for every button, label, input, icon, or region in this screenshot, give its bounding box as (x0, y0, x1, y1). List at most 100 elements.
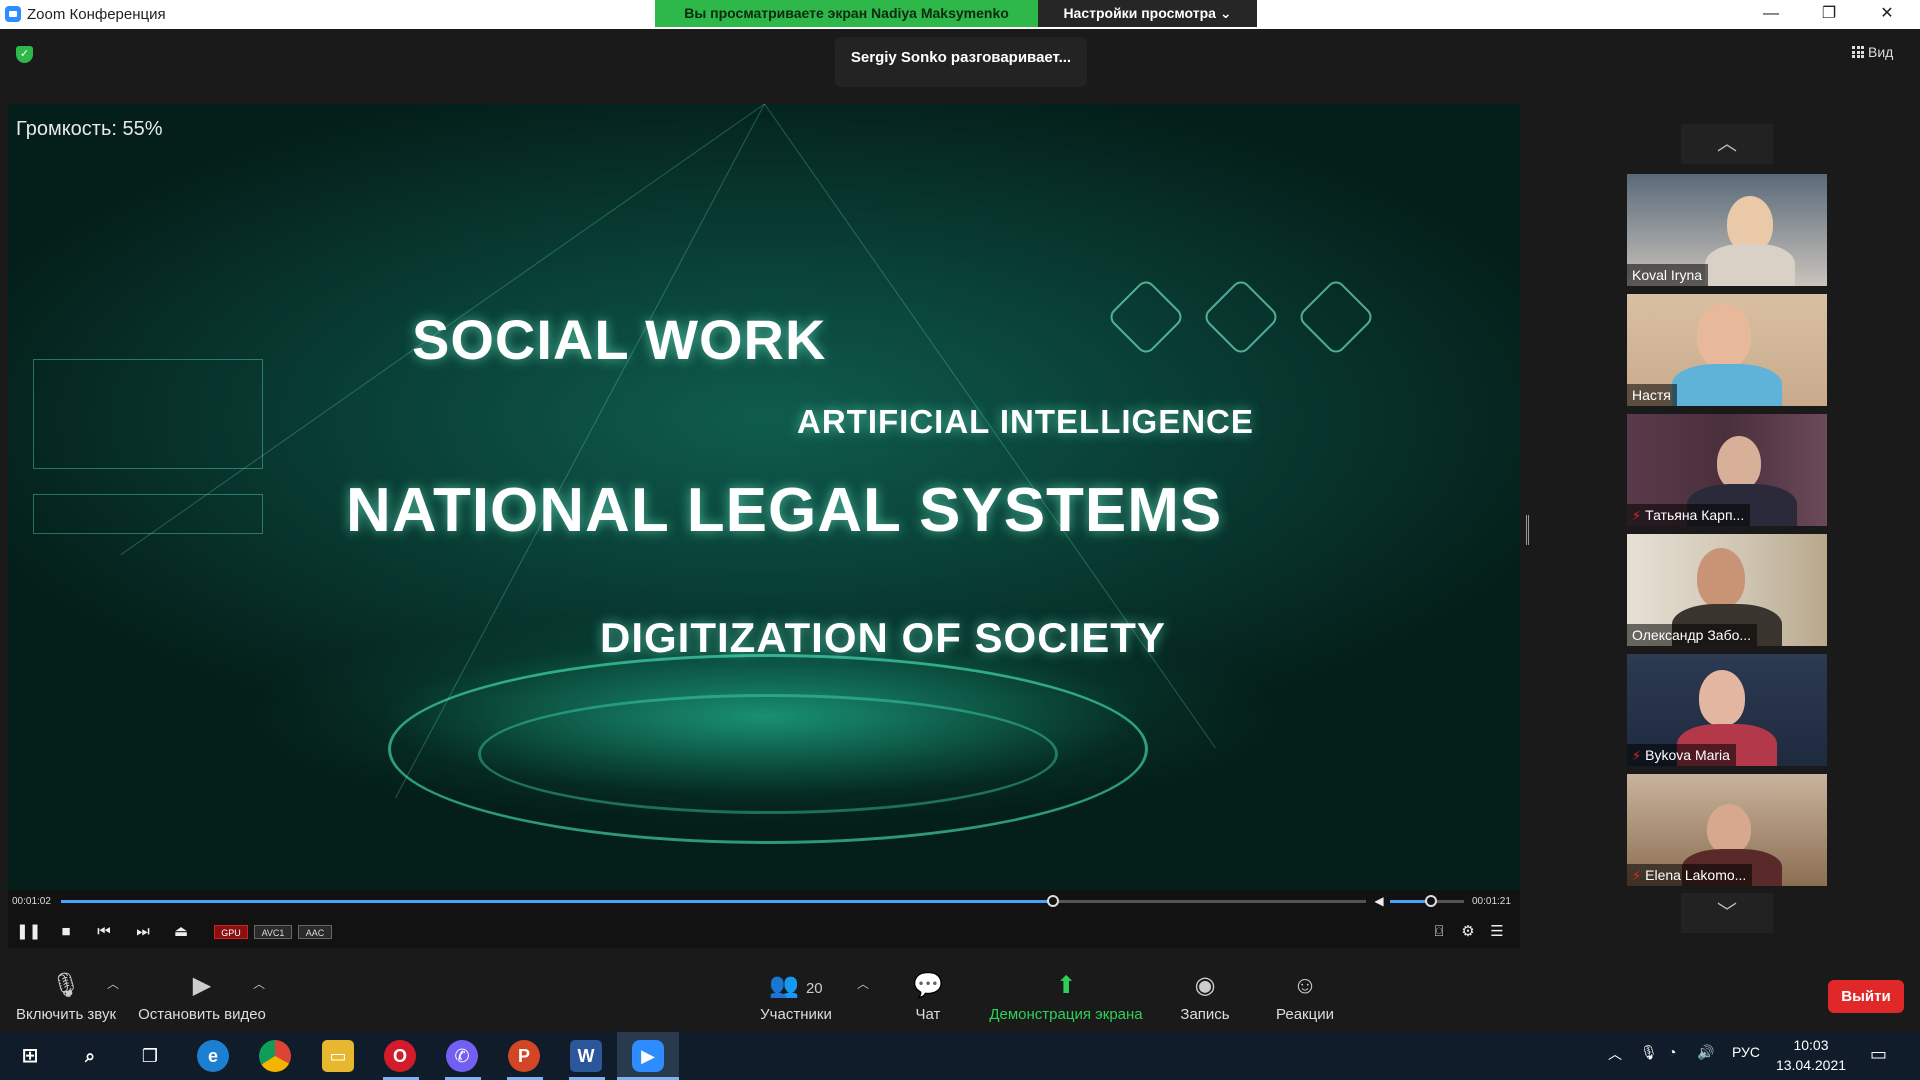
participant-name: Koval Iryna (1627, 264, 1709, 286)
notifications-icon[interactable]: ▭ (1870, 1044, 1887, 1065)
windows-start-icon[interactable]: ⊞ (14, 1040, 46, 1072)
participant-name-text: Bykova Maria (1645, 747, 1730, 763)
participants-count: 20 (805, 980, 823, 997)
muted-mic-icon: ⚡ (1632, 508, 1642, 523)
participant-name-text: Koval Iryna (1632, 267, 1703, 283)
reactions-button[interactable]: ☺ Реакции (1270, 972, 1340, 1023)
language-indicator[interactable]: РУС (1732, 1044, 1760, 1060)
view-settings-label: Настройки просмотра (1063, 5, 1216, 21)
opera-browser-icon[interactable]: O (384, 1040, 416, 1072)
unmute-button[interactable]: 🎙 Включить звук (10, 972, 122, 1023)
slide-title-digitization: DIGITIZATION OF SOCIETY (600, 614, 1166, 661)
gpu-badge: GPU (214, 925, 248, 939)
participants-options-caret[interactable]: ︿ (857, 975, 869, 992)
hologram-ring-inner (478, 694, 1058, 814)
audio-codec-badge: AAC (298, 925, 332, 939)
file-explorer-icon[interactable]: ▭ (322, 1040, 354, 1072)
next-icon[interactable]: ⏭ (132, 922, 154, 942)
meeting-toolbar (0, 960, 1920, 1030)
share-screen-label: Демонстрация экрана (989, 1006, 1143, 1023)
audio-options-caret[interactable]: ︿ (107, 975, 119, 992)
slide-title-ai: ARTIFICIAL INTELLIGENCE (797, 403, 1254, 440)
search-icon[interactable]: ⌕ (74, 1040, 106, 1072)
participant-name: ⚡ Elena Lakomo... (1627, 864, 1753, 886)
restore-button[interactable]: ❐ (1800, 0, 1858, 29)
chevron-up-icon[interactable]: ︿ (1681, 124, 1773, 164)
clock-date: 13.04.2021 (1775, 1057, 1847, 1073)
time-total: 00:01:21 (1472, 896, 1511, 907)
seek-handle[interactable] (1046, 895, 1059, 907)
participant-tile[interactable]: ⚡ Татьяна Карп... (1627, 414, 1827, 526)
word-icon[interactable]: W (570, 1040, 602, 1072)
task-view-icon[interactable]: ❐ (134, 1040, 166, 1072)
participant-name: ⚡ Bykova Maria (1627, 744, 1736, 766)
view-layout-button[interactable]: Вид (1852, 42, 1910, 62)
volume-handle[interactable] (1424, 895, 1437, 907)
video-options-caret[interactable]: ︿ (253, 975, 265, 992)
participants-icon: 👥 20 (769, 972, 823, 999)
participant-name-text: Татьяна Карп... (1645, 507, 1745, 523)
unmute-label: Включить звук (15, 1006, 117, 1023)
video-camera-icon: ▶ (192, 972, 212, 999)
pause-icon[interactable]: ❚❚ (16, 922, 41, 942)
close-button[interactable]: ✕ (1858, 0, 1916, 29)
participant-tile[interactable]: ⚡ Elena Lakomo... (1627, 774, 1827, 886)
hud-hexagon (1201, 277, 1281, 357)
hud-panel (33, 359, 263, 469)
camera-snapshot-icon[interactable]: ⌼ (1428, 922, 1450, 942)
codec-badge: AVC1 (254, 925, 292, 939)
viber-icon[interactable]: ✆ (446, 1040, 478, 1072)
hud-panel (33, 494, 263, 534)
volume-slider[interactable] (1390, 895, 1464, 907)
participant-tile[interactable]: Олександр Забо... (1627, 534, 1827, 646)
hud-hexagon (1106, 277, 1186, 357)
time-elapsed: 00:01:02 (12, 896, 51, 907)
muted-mic-icon: ⚡ (1632, 748, 1642, 763)
microphone-tray-icon[interactable]: 🎙 (1640, 1044, 1658, 1061)
volume-label: Громкость: 55% (16, 118, 163, 140)
view-settings-dropdown[interactable]: Настройки просмотра ⌄ (1038, 0, 1257, 27)
eject-icon[interactable]: ⏏ (170, 922, 192, 942)
zoom-taskbar-icon[interactable]: ▶ (632, 1040, 664, 1072)
reaction-smiley-icon: ☺ (1292, 972, 1318, 999)
muted-mic-icon: ⚡ (1632, 868, 1642, 883)
muted-microphone-icon: 🎙 (50, 972, 82, 999)
record-icon: ◉ (1194, 972, 1216, 999)
chat-bubble-icon: 💬 (913, 972, 943, 999)
chat-label: Чат (915, 1006, 941, 1023)
leave-meeting-button[interactable]: Выйти (1828, 980, 1904, 1013)
chevron-down-icon[interactable]: ﹀ (1681, 893, 1773, 933)
speaker-icon[interactable]: ◀ (1368, 891, 1390, 911)
chrome-browser-icon[interactable] (259, 1040, 291, 1072)
screen-share-banner: Вы просматриваете экран Nadiya Maksymenk… (655, 0, 1038, 27)
gear-icon[interactable]: ⚙ (1457, 922, 1479, 942)
playlist-icon[interactable]: ☰ (1486, 922, 1508, 942)
panel-resize-handle[interactable] (1526, 515, 1529, 545)
seek-bar[interactable] (61, 895, 1366, 907)
tray-expand-icon[interactable]: ︿ (1608, 1044, 1622, 1064)
slide-title-social-work: SOCIAL WORK (412, 308, 827, 371)
security-shield-icon[interactable]: ✓ (16, 46, 33, 63)
participants-button[interactable]: 👥 20 Участники (750, 972, 842, 1023)
share-screen-button[interactable]: ⬆ Демонстрация экрана (983, 972, 1149, 1023)
minimize-button[interactable]: — (1742, 0, 1800, 29)
participant-name-text: Настя (1632, 387, 1671, 403)
participant-name: ⚡ Татьяна Карп... (1627, 504, 1751, 526)
chat-button[interactable]: 💬 Чат (906, 972, 950, 1023)
stop-video-button[interactable]: ▶ Остановить видео (136, 972, 268, 1023)
previous-icon[interactable]: ⏮ (93, 922, 115, 942)
grid-icon (1852, 46, 1864, 58)
participant-tile[interactable]: Настя (1627, 294, 1827, 406)
volume-tray-icon[interactable]: 🔊 (1697, 1044, 1714, 1061)
stop-icon[interactable]: ■ (55, 922, 77, 942)
record-button[interactable]: ◉ Запись (1170, 972, 1240, 1023)
seek-progress (61, 900, 1053, 903)
edge-browser-icon[interactable]: e (197, 1040, 229, 1072)
system-clock[interactable]: 10:03 13.04.2021 (1766, 1035, 1856, 1075)
participant-tile[interactable]: ⚡ Bykova Maria (1627, 654, 1827, 766)
powerpoint-icon[interactable]: P (508, 1040, 540, 1072)
network-icon[interactable]: ◔ (1668, 1044, 1676, 1060)
participant-tile[interactable]: Koval Iryna (1627, 174, 1827, 286)
zoom-window: Zoom Конференция Вы просматриваете экран… (0, 0, 1920, 1080)
stop-video-label: Остановить видео (138, 1006, 266, 1023)
